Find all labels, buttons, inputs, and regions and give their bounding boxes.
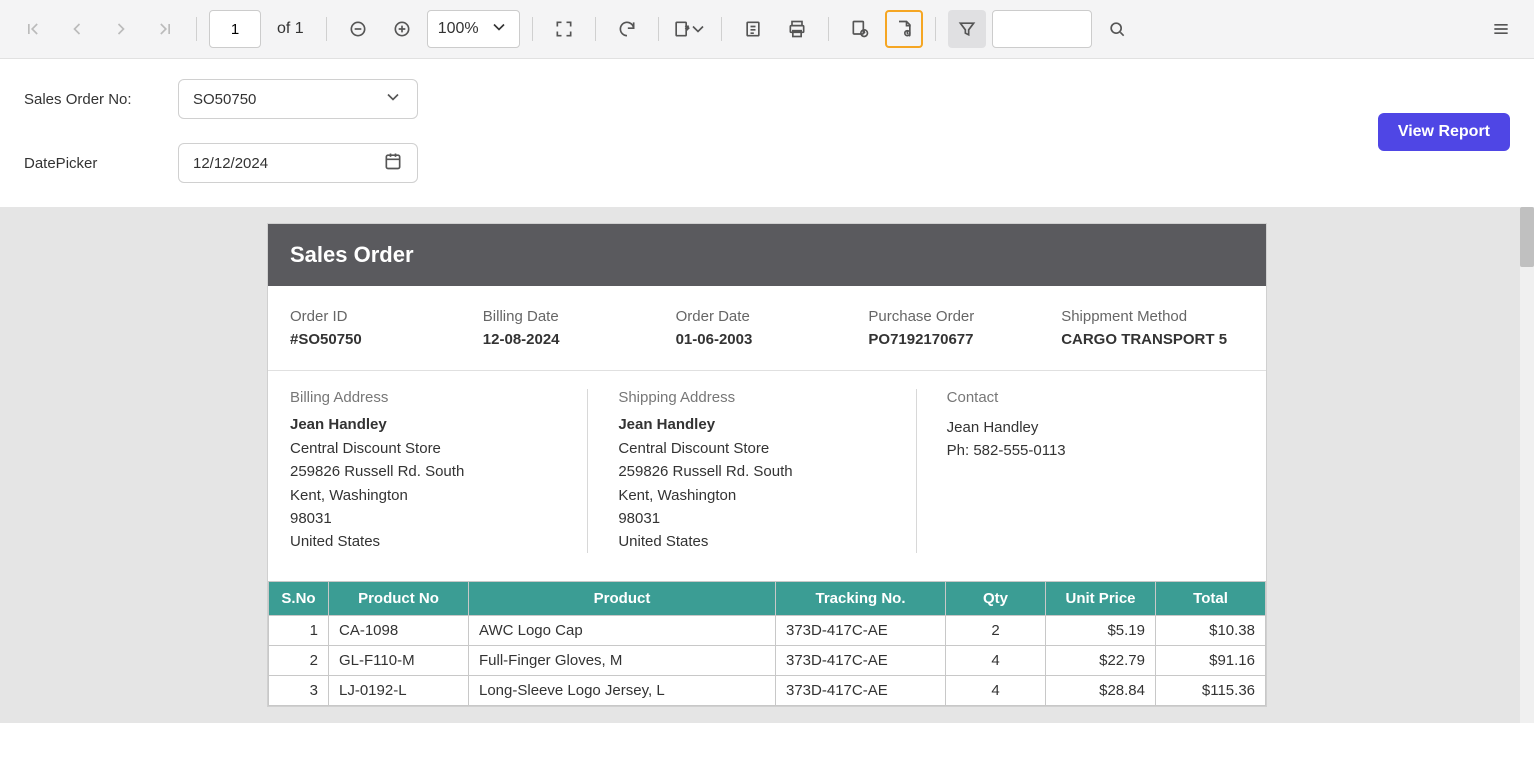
order-meta-row: Order ID #SO50750 Billing Date 12-08-202… xyxy=(268,286,1266,371)
parameters-panel: Sales Order No: SO50750 DatePicker 12/12… xyxy=(0,59,1534,207)
calendar-icon xyxy=(383,151,403,175)
first-page-button[interactable] xyxy=(14,10,52,48)
separator xyxy=(532,17,533,41)
date-value: 12/12/2024 xyxy=(193,155,268,172)
order-no-value: SO50750 xyxy=(193,91,256,108)
col-qty: Qty xyxy=(946,582,1046,616)
separator xyxy=(196,17,197,41)
report-canvas: Sales Order Order ID #SO50750 Billing Da… xyxy=(0,207,1534,723)
document-map-button[interactable] xyxy=(734,10,772,48)
billing-date-value: 12-08-2024 xyxy=(483,331,666,348)
separator xyxy=(658,17,659,41)
po-label: Purchase Order xyxy=(868,308,1051,325)
export-settings-button[interactable] xyxy=(885,10,923,48)
contact-block: Contact Jean Handley Ph: 582-555-0113 xyxy=(916,389,1244,553)
vertical-scrollbar[interactable] xyxy=(1520,207,1534,723)
order-id-label: Order ID xyxy=(290,308,473,325)
report-title: Sales Order xyxy=(268,224,1266,286)
col-sno: S.No xyxy=(269,582,329,616)
scrollbar-thumb[interactable] xyxy=(1520,207,1534,267)
order-date-value: 01-06-2003 xyxy=(676,331,859,348)
order-id-value: #SO50750 xyxy=(290,331,473,348)
order-no-label: Sales Order No: xyxy=(24,91,164,108)
order-date-label: Order Date xyxy=(676,308,859,325)
chevron-down-icon xyxy=(383,87,403,111)
search-button[interactable] xyxy=(1098,10,1136,48)
table-row: 2GL-F110-MFull-Finger Gloves, M373D-417C… xyxy=(269,646,1266,676)
table-row: 3LJ-0192-LLong-Sleeve Logo Jersey, L373D… xyxy=(269,676,1266,706)
zoom-in-button[interactable] xyxy=(383,10,421,48)
separator xyxy=(828,17,829,41)
billing-address: Billing Address Jean Handley Central Dis… xyxy=(290,389,587,553)
separator xyxy=(326,17,327,41)
print-button[interactable] xyxy=(778,10,816,48)
menu-button[interactable] xyxy=(1482,10,1520,48)
prev-page-button[interactable] xyxy=(58,10,96,48)
separator xyxy=(595,17,596,41)
separator xyxy=(935,17,936,41)
report-toolbar: of 1 100% xyxy=(0,0,1534,59)
col-unit: Unit Price xyxy=(1046,582,1156,616)
page-number-input[interactable] xyxy=(209,10,261,48)
refresh-button[interactable] xyxy=(608,10,646,48)
order-no-select[interactable]: SO50750 xyxy=(178,79,418,119)
report-page: Sales Order Order ID #SO50750 Billing Da… xyxy=(267,223,1267,707)
col-tracking: Tracking No. xyxy=(776,582,946,616)
page-setup-button[interactable] xyxy=(841,10,879,48)
table-row: 1CA-1098AWC Logo Cap373D-417C-AE2$5.19$1… xyxy=(269,616,1266,646)
export-button[interactable] xyxy=(671,10,709,48)
ship-method-label: Shippment Method xyxy=(1061,308,1244,325)
fit-page-button[interactable] xyxy=(545,10,583,48)
ship-method-value: CARGO TRANSPORT 5 xyxy=(1061,331,1244,348)
filter-button[interactable] xyxy=(948,10,986,48)
last-page-button[interactable] xyxy=(146,10,184,48)
next-page-button[interactable] xyxy=(102,10,140,48)
find-input[interactable] xyxy=(992,10,1092,48)
view-report-button[interactable]: View Report xyxy=(1378,113,1510,151)
zoom-select[interactable]: 100% xyxy=(427,10,520,48)
zoom-out-button[interactable] xyxy=(339,10,377,48)
address-row: Billing Address Jean Handley Central Dis… xyxy=(268,371,1266,581)
date-picker-input[interactable]: 12/12/2024 xyxy=(178,143,418,183)
shipping-address: Shipping Address Jean Handley Central Di… xyxy=(587,389,915,553)
line-items-table: S.No Product No Product Tracking No. Qty… xyxy=(268,581,1266,706)
col-productno: Product No xyxy=(329,582,469,616)
page-of-label: of 1 xyxy=(277,20,304,38)
col-total: Total xyxy=(1156,582,1266,616)
date-picker-label: DatePicker xyxy=(24,155,164,172)
chevron-down-icon xyxy=(489,17,509,42)
col-product: Product xyxy=(469,582,776,616)
po-value: PO7192170677 xyxy=(868,331,1051,348)
billing-date-label: Billing Date xyxy=(483,308,666,325)
separator xyxy=(721,17,722,41)
zoom-value: 100% xyxy=(438,20,479,38)
